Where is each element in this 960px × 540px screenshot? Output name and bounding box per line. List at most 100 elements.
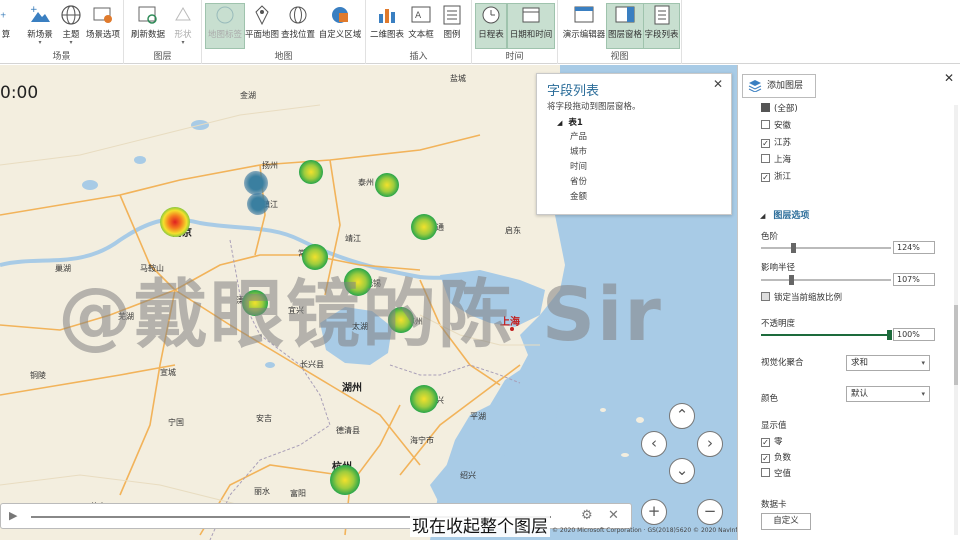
date-time-button[interactable]: 日期和时间 [507, 3, 555, 49]
color-scale-value[interactable]: 124% [893, 241, 935, 254]
heatmap-spot-nanjing[interactable] [160, 207, 190, 237]
heatmap-spot-liyang[interactable] [242, 290, 268, 316]
filter-all-checkbox[interactable]: (全部) [761, 102, 798, 114]
scene-options-button[interactable]: 场景选项 [84, 4, 122, 48]
heatmap-spot-yangzhou[interactable] [244, 171, 268, 195]
city-label-anji: 安吉 [256, 414, 272, 423]
city-label-yixing: 宜兴 [288, 306, 304, 315]
theme-button[interactable]: 主题 ▾ [58, 4, 84, 48]
slider-thumb[interactable] [887, 330, 892, 340]
city-label-taizhou: 泰州 [358, 178, 374, 187]
gear-icon[interactable]: ⚙ [581, 508, 593, 523]
field-list-icon [654, 5, 669, 25]
color-label: 颜色 [761, 394, 779, 404]
map-copyright: © 2020 Microsoft Corporation · GS(2018)5… [552, 527, 742, 534]
zoom-in-button[interactable]: + [641, 499, 667, 525]
find-location-button[interactable]: 查找位置 [280, 4, 316, 48]
flat-map-icon [255, 5, 269, 26]
layer-pane-button[interactable]: 图层窗格 [606, 3, 644, 49]
tilt-up-button[interactable]: ⌃ [669, 403, 695, 429]
color-scale-slider[interactable] [761, 243, 891, 253]
layer-options-header[interactable]: ◢ 图层选项 [760, 208, 809, 221]
city-label-shanghai: 上海 [500, 317, 520, 328]
group-label: 时间 [505, 52, 524, 62]
tour-editor-button[interactable]: 演示编辑器 [562, 4, 606, 48]
shape-button[interactable]: 形状 ▾ [168, 4, 198, 48]
aggregation-dropdown[interactable]: 求和 ▾ [846, 355, 930, 371]
chevron-down-icon: ▾ [921, 390, 925, 398]
refresh-data-button[interactable]: 刷新数据 [130, 4, 166, 48]
opacity-slider[interactable] [761, 330, 892, 340]
tour-editor-icon [574, 6, 594, 23]
lock-scale-checkbox[interactable]: 锁定当前缩放比例 [761, 291, 842, 303]
new-scene-icon: + [30, 5, 50, 22]
city-label-deqing: 德清县 [336, 426, 360, 435]
scene-options-icon [93, 7, 112, 23]
add-layer-button[interactable]: 添加图层 [742, 74, 816, 98]
ribbon-group-scene: + 算 + 新场景 ▾ 主题 ▾ 场景选项 场景 [0, 0, 124, 64]
field-item-time[interactable]: 时间 [570, 160, 587, 172]
field-list-button[interactable]: 字段列表 [643, 3, 680, 49]
legend-button[interactable]: 图例 [438, 4, 466, 48]
calendar-icon [522, 7, 540, 23]
show-null-checkbox[interactable]: 空值 [761, 467, 791, 479]
tilt-down-button[interactable]: ⌄ [669, 458, 695, 484]
plus-icon: + [0, 11, 6, 20]
heatmap-spot-jiaxing[interactable] [410, 385, 438, 413]
show-zero-checkbox[interactable]: ✓ 零 [761, 435, 783, 447]
play-icon[interactable]: ▶ [9, 509, 17, 522]
time-readout: 0:00 [0, 83, 39, 103]
new-scene-button[interactable]: + 新场景 ▾ [22, 4, 58, 48]
field-item-amount[interactable]: 金额 [570, 190, 587, 202]
rotate-left-button[interactable]: ‹ [641, 431, 667, 457]
ribbon-group-time: 日程表 日期和时间 时间 [472, 0, 558, 64]
find-location-icon [289, 6, 307, 24]
zoom-out-button[interactable]: − [697, 499, 723, 525]
filter-shanghai-checkbox[interactable]: 上海 [761, 153, 791, 165]
radius-slider[interactable] [761, 275, 891, 285]
ribbon-group-insert: 二维图表 A 文本框 图例 插入 [366, 0, 472, 64]
field-list-close-icon[interactable]: ✕ [713, 77, 723, 91]
opacity-value[interactable]: 100% [893, 328, 935, 341]
field-item-city[interactable]: 城市 [570, 145, 587, 157]
heatmap-spot-changzhou[interactable] [302, 244, 328, 270]
city-label-tongling: 铜陵 [30, 371, 46, 380]
group-label: 场景 [52, 52, 71, 62]
heatmap-spot-wuxi[interactable] [344, 268, 372, 296]
layers-icon [748, 80, 762, 92]
filter-anhui-checkbox[interactable]: 安徽 [761, 119, 791, 131]
field-item-product[interactable]: 产品 [570, 130, 587, 142]
map-labels-button[interactable]: 地图标签 [205, 3, 245, 49]
slider-thumb[interactable] [791, 243, 796, 253]
heatmap-spot-zhenjiang[interactable] [247, 193, 269, 215]
field-list-subtitle: 将字段拖动到图层窗格。 [547, 102, 641, 112]
flat-map-button[interactable]: 平面地图 [245, 4, 279, 48]
opacity-label: 不透明度 [761, 319, 796, 329]
field-list-table[interactable]: ◢ 表1 [557, 116, 583, 128]
custom-region-icon [332, 7, 348, 23]
custom-button[interactable]: 自定义 [761, 513, 811, 530]
filter-zhejiang-checkbox[interactable]: ✓ 浙江 [761, 170, 791, 182]
color-dropdown[interactable]: 默认 ▾ [846, 386, 930, 402]
city-label-ningguo: 宁国 [168, 418, 184, 427]
radius-value[interactable]: 107% [893, 273, 935, 286]
heatmap-spot-suzhou[interactable] [388, 307, 414, 333]
edge-button[interactable]: + 算 [0, 4, 12, 48]
pane-scrollbar[interactable] [953, 105, 959, 535]
heatmap-spot-hangzhou[interactable] [330, 465, 360, 495]
field-list-title: 字段列表 [547, 84, 600, 99]
pane-close-icon[interactable]: ✕ [944, 71, 954, 85]
custom-region-button[interactable]: 自定义区域 [317, 4, 363, 48]
show-negative-checkbox[interactable]: ✓ 负数 [761, 451, 791, 463]
chart-2d-button[interactable]: 二维图表 [370, 4, 404, 48]
field-item-province[interactable]: 省份 [570, 175, 587, 187]
text-box-button[interactable]: A 文本框 [406, 4, 436, 48]
heatmap-spot-nantong-north[interactable] [375, 173, 399, 197]
rotate-right-button[interactable]: › [697, 431, 723, 457]
heatmap-spot-taizhou[interactable] [299, 160, 323, 184]
timeline-button[interactable]: 日程表 [475, 3, 507, 49]
heatmap-spot-nantong[interactable] [411, 214, 437, 240]
filter-jiangsu-checkbox[interactable]: ✓ 江苏 [761, 136, 791, 148]
close-icon[interactable]: ✕ [608, 508, 619, 523]
slider-thumb[interactable] [789, 275, 794, 285]
